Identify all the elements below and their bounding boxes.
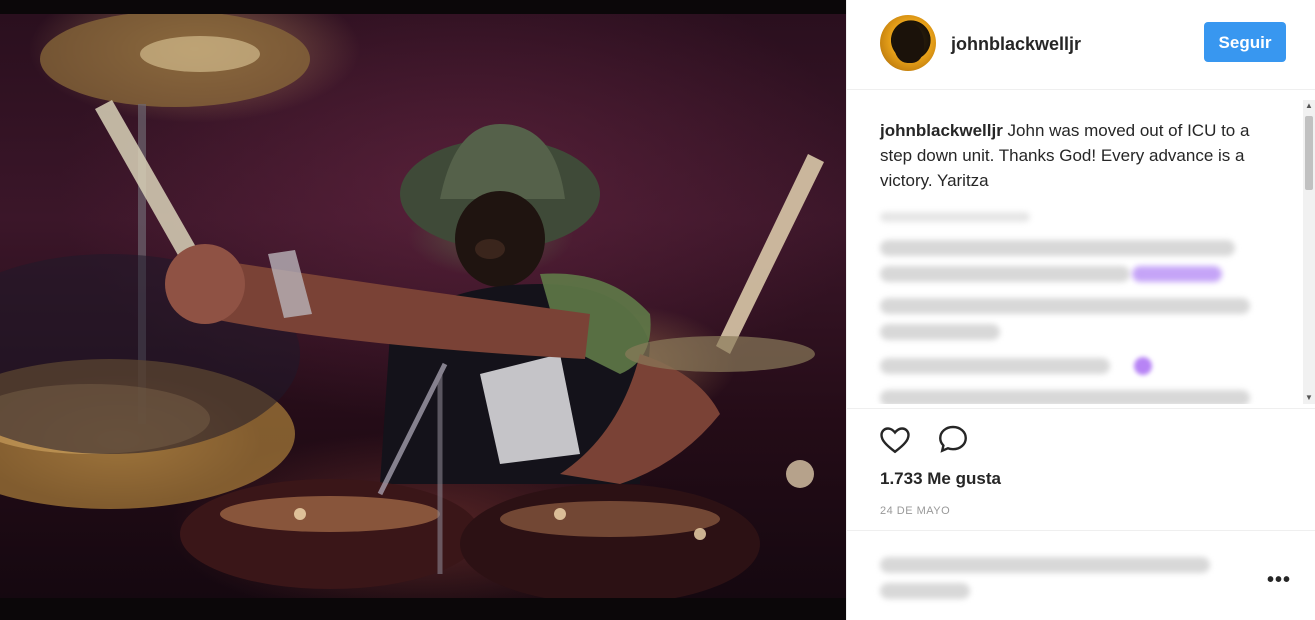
blurred-emoji <box>1134 357 1152 375</box>
ellipsis-icon[interactable]: ••• <box>1267 570 1291 590</box>
post-photo[interactable] <box>0 14 846 598</box>
post-media <box>0 0 846 620</box>
post-side-panel: johnblackwelljr Seguir johnblackwelljr J… <box>846 0 1315 620</box>
caption-username[interactable]: johnblackwelljr <box>880 121 1003 140</box>
scroll-up-arrow-icon[interactable]: ▲ <box>1303 100 1315 112</box>
blurred-comment-line <box>880 358 1110 374</box>
post-caption: johnblackwelljr John was moved out of IC… <box>880 118 1270 193</box>
header-username[interactable]: johnblackwelljr <box>951 34 1081 55</box>
follow-button[interactable]: Seguir <box>1204 22 1286 62</box>
avatar-silhouette <box>894 23 924 63</box>
comments-scrollbar[interactable]: ▲ ▼ <box>1303 100 1315 404</box>
comments-section[interactable]: johnblackwelljr John was moved out of IC… <box>847 100 1315 404</box>
blurred-comment-line <box>880 390 1250 404</box>
post-header: johnblackwelljr Seguir <box>847 0 1315 90</box>
likes-count[interactable]: 1.733 Me gusta <box>880 469 1001 489</box>
photo-drawing <box>0 14 824 598</box>
comment-input-blurred[interactable] <box>880 557 1210 573</box>
load-more-comments-blurred[interactable] <box>880 212 1030 222</box>
blurred-comment-line <box>880 240 1235 256</box>
post-actions: 1.733 Me gusta 24 DE MAYO <box>847 408 1315 528</box>
add-comment-area: ••• <box>847 530 1315 620</box>
blurred-comment-line <box>880 266 1130 282</box>
blurred-comment-line <box>880 324 1000 340</box>
comment-input-blurred[interactable] <box>880 583 970 599</box>
blurred-mention <box>1132 266 1222 282</box>
scroll-down-arrow-icon[interactable]: ▼ <box>1303 392 1315 404</box>
scroll-thumb[interactable] <box>1305 116 1313 190</box>
avatar[interactable] <box>880 15 936 71</box>
heart-icon[interactable] <box>877 421 913 457</box>
speech-bubble-icon[interactable] <box>935 421 971 457</box>
blurred-comment-line <box>880 298 1250 314</box>
post-date[interactable]: 24 DE MAYO <box>880 505 950 517</box>
